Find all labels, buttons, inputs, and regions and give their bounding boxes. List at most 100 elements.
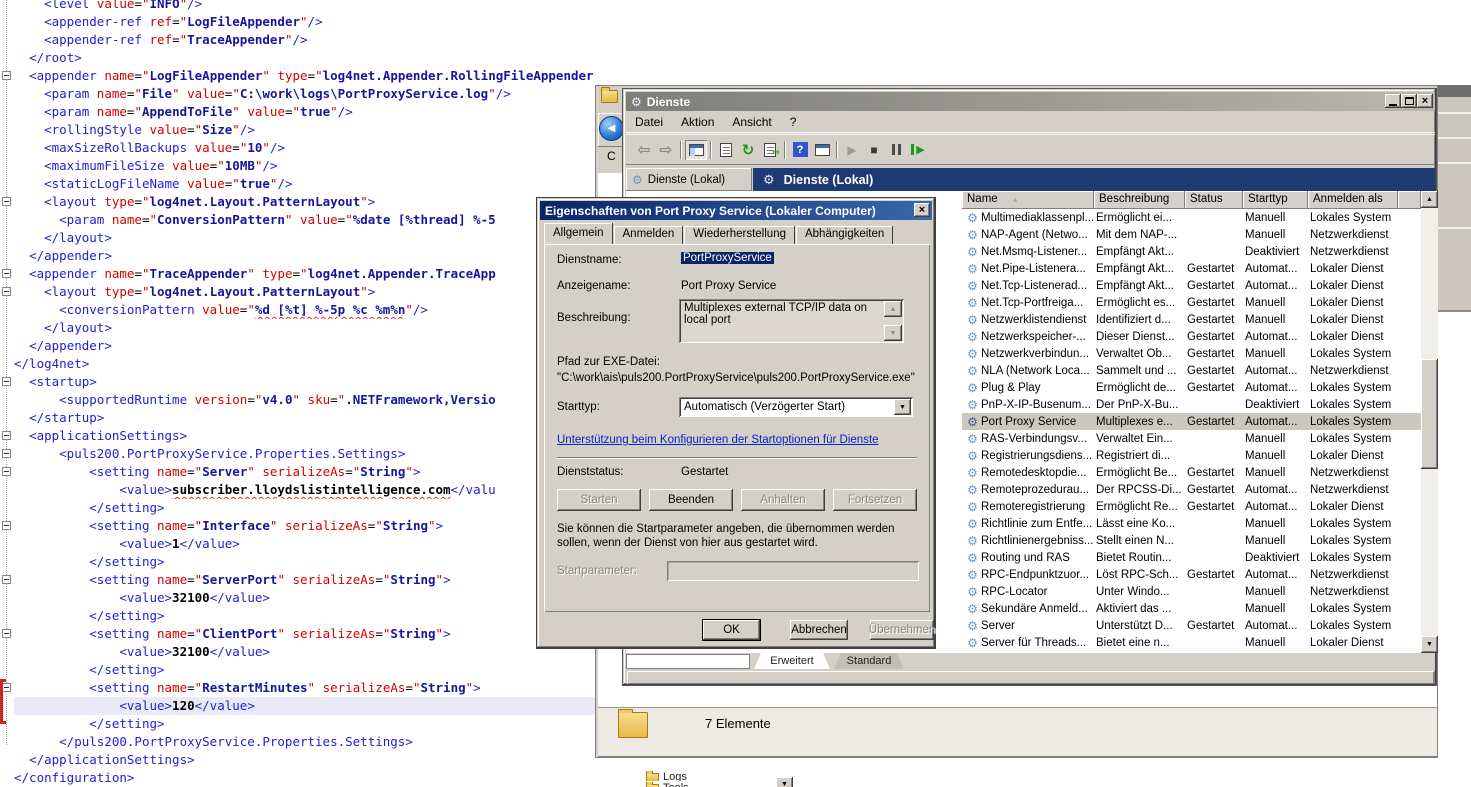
service-row[interactable]: ⚙Richtlinie zum Entfe...Lässt eine Ko...… [962,515,1421,532]
anhalten-button[interactable]: Anhalten [741,489,825,511]
fold-collapse-icon[interactable] [2,449,11,458]
tree-item[interactable]: Logs [646,771,687,781]
forward-icon[interactable] [655,140,677,160]
fold-collapse-icon[interactable] [2,467,11,476]
service-row[interactable]: ⚙ServerUnterstützt D...GestartetAutomat.… [962,617,1421,634]
service-status: Gestartet [1185,382,1243,394]
service-row[interactable]: ⚙Richtlinienergebniss...Stellt einen N..… [962,532,1421,549]
service-row[interactable]: ⚙Multimediaklassenpl...Ermöglicht ei...M… [962,209,1421,226]
gear-icon: ⚙ [964,449,981,463]
abbrechen-button[interactable]: Abbrechen [790,620,848,640]
service-row[interactable]: ⚙NetzwerklistendienstIdentifiziert d...G… [962,311,1421,328]
pause-service-icon[interactable] [885,140,907,160]
menu-item-?[interactable]: ? [781,113,806,131]
service-row[interactable]: ⚙RemoteregistrierungErmöglicht Re...Gest… [962,498,1421,515]
close-button[interactable]: × [914,203,930,217]
fold-collapse-icon[interactable] [2,431,11,440]
properties-icon[interactable] [715,140,737,160]
service-row[interactable]: ⚙Server für Threads...Bietet eine n...Ma… [962,634,1421,651]
column-header-starttyp[interactable]: Starttyp [1243,191,1308,209]
service-row[interactable]: ⚙Remoteprozedurau...Der RPCSS-Di...Gesta… [962,481,1421,498]
service-row[interactable]: ⚙NAP-Agent (Netwo...Mit dem NAP-...Manue… [962,226,1421,243]
scroll-down-button[interactable]: ▼ [1421,636,1438,653]
scroll-up-button[interactable]: ▲ [1421,191,1438,208]
fold-collapse-icon[interactable] [2,71,11,80]
service-row[interactable]: ⚙Sekundäre Anmeld...Aktiviert das ...Man… [962,600,1421,617]
scrollbar-thumb[interactable] [1421,359,1438,469]
service-row[interactable]: ⚙Net.Msmq-Listener...Empfängt Akt...Deak… [962,243,1421,260]
fold-collapse-icon[interactable] [2,197,11,206]
fortsetzen-button[interactable]: Fortsetzen [833,489,917,511]
restart-service-icon[interactable]: ▶ [907,140,929,160]
column-header-anmelden-als[interactable]: Anmelden als [1308,191,1398,209]
service-row[interactable]: ⚙RPC-Endpunktzuor...Löst RPC-Sch...Gesta… [962,566,1421,583]
column-header-beschreibung[interactable]: Beschreibung [1094,191,1185,209]
scroll-down-button[interactable]: ▼ [884,325,902,341]
service-row[interactable]: ⚙Port Proxy ServiceMultiplexes e...Gesta… [962,413,1421,430]
service-row[interactable]: ⚙Remotedesktopdie...Ermöglicht Be...Gest… [962,464,1421,481]
menu-item-ansicht[interactable]: Ansicht [723,113,780,131]
show-tree-icon[interactable] [685,140,707,160]
service-row[interactable]: ⚙Plug & PlayErmöglicht de...GestartetAut… [962,379,1421,396]
service-name-value[interactable]: PortProxyService [681,252,774,264]
ok-button[interactable]: OK [703,620,760,640]
fold-collapse-icon[interactable] [2,521,11,530]
fold-collapse-icon[interactable] [2,629,11,638]
minimize-button[interactable] [1385,94,1401,108]
help-icon[interactable]: ? [789,140,811,160]
services-titlebar[interactable]: ⚙ Dienste [626,92,1435,111]
fold-collapse-icon[interactable] [2,287,11,296]
vertical-scrollbar[interactable]: ▲ ▼ [1421,191,1438,653]
ubernehmen-button[interactable]: Übernehmen [870,620,934,640]
service-row[interactable]: ⚙Net.Pipe-Listenera...Empfängt Akt...Ges… [962,260,1421,277]
tab-allgemein[interactable]: Allgemein [544,223,613,244]
view-tab-erweitert[interactable]: Erweitert [754,653,830,669]
service-row[interactable]: ⚙NLA (Network Loca...Sammelt und ...Gest… [962,362,1421,379]
tab-abhangigkeiten[interactable]: Abhängigkeiten [796,226,893,244]
service-row[interactable]: ⚙Netzwerkverbindun...Verwaltet Ob...Gest… [962,345,1421,362]
view-tab-standard[interactable]: Standard [834,653,904,669]
column-header-status[interactable]: Status [1185,191,1243,209]
show-window-icon[interactable] [811,140,833,160]
column-header-name[interactable]: Name▲ [962,191,1094,209]
chevron-down-icon[interactable]: ▼ [894,399,911,415]
scope-pane-item[interactable]: ⚙ Dienste (Lokal) [626,168,752,191]
fold-collapse-icon[interactable] [2,575,11,584]
service-description: Multiplexes e... [1094,416,1185,428]
menu-item-aktion[interactable]: Aktion [672,113,723,131]
service-row[interactable]: ⚙RAS-Verbindungsv...Verwaltet Ein...Manu… [962,430,1421,447]
service-row[interactable]: ⚙PnP-X-IP-Busenum...Der PnP-X-Bu...Deakt… [962,396,1421,413]
service-row[interactable]: ⚙Routing und RASBietet Routin...Deaktivi… [962,549,1421,566]
startup-options-help-link[interactable]: Unterstützung beim Konfigurieren der Sta… [557,434,879,446]
tab-anmelden[interactable]: Anmelden [614,226,684,244]
fold-collapse-icon[interactable] [2,377,11,386]
service-row[interactable]: ⚙Registrierungsdiens...Registriert di...… [962,447,1421,464]
startup-type-select[interactable]: Automatisch (Verzögerter Start) ▼ [679,397,913,417]
start-params-input[interactable] [667,561,919,581]
scroll-up-button[interactable]: ▲ [884,301,902,317]
service-row[interactable]: ⚙RPC-LocatorUnter Windo...ManuellNetzwer… [962,583,1421,600]
service-row[interactable]: ⚙Netzwerkspeicher-...Dieser Dienst...Ges… [962,328,1421,345]
close-button[interactable]: × [1417,94,1433,108]
service-description: Ermöglicht Re... [1094,501,1185,513]
service-row[interactable]: ⚙Net.Tcp-Listenerad...Empfängt Akt...Ges… [962,277,1421,294]
tab-wiederherstellung[interactable]: Wiederherstellung [684,226,795,244]
menu-item-datei[interactable]: Datei [626,113,672,131]
start-service-icon[interactable] [841,140,863,160]
export-list-icon[interactable]: ⇨ [759,140,781,160]
maximize-button[interactable] [1401,94,1417,108]
refresh-icon[interactable] [737,140,759,160]
service-description: Empfängt Akt... [1094,246,1185,258]
starten-button[interactable]: Starten [557,489,641,511]
tree-item[interactable]: Tools [646,782,689,787]
folder-icon [618,712,648,738]
fold-collapse-icon[interactable] [2,269,11,278]
stop-service-icon[interactable] [863,140,885,160]
description-field[interactable]: Multiplexes external TCP/IP data on loca… [679,299,904,343]
service-row[interactable]: ⚙Net.Tcp-Portfreiga...Ermöglicht es...Ge… [962,294,1421,311]
dialog-titlebar[interactable]: Eigenschaften von Port Proxy Service (Lo… [540,201,932,220]
dropdown-button[interactable]: ▼ [776,777,793,787]
back-icon[interactable] [633,140,655,160]
service-status: Gestartet [1185,569,1243,581]
beenden-button[interactable]: Beenden [649,489,733,511]
